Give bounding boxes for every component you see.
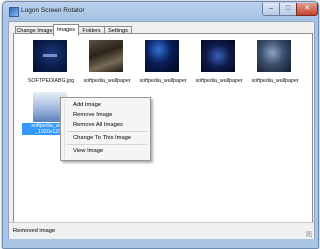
image-label: softpedia_wallpaper — [139, 78, 187, 84]
context-menu: Add Image Remove Image Remove All Images… — [60, 97, 151, 161]
image-label: softpedia_wallpaper — [251, 78, 299, 84]
maximize-button[interactable]: □ — [279, 3, 297, 16]
app-icon — [9, 7, 19, 17]
tab-images[interactable]: Images — [53, 24, 79, 36]
close-button[interactable]: ✕ — [296, 3, 318, 16]
menu-separator — [67, 144, 147, 145]
client-area: Change Image Images Folders Settings SOF… — [8, 21, 315, 239]
image-thumbnail-icon — [145, 40, 179, 72]
menu-item-remove-all-images[interactable]: Remove All Images — [73, 122, 123, 128]
image-label: softpedia_wallpaper — [195, 78, 243, 84]
menu-separator — [67, 131, 147, 132]
menu-item-change-to-this-image[interactable]: Change To This Image — [73, 135, 131, 141]
resize-grip-icon[interactable] — [306, 231, 312, 237]
minimize-button[interactable]: – — [262, 3, 280, 16]
menu-gutter — [64, 100, 65, 158]
images-panel: SOFTPEDIABG.jpg softpedia_wallpaper soft… — [13, 33, 313, 223]
image-thumbnail-icon — [33, 40, 67, 72]
window-title: Logon Screen Rotator — [21, 7, 85, 14]
menu-item-add-image[interactable]: Add Image — [73, 102, 101, 108]
menu-item-view-image[interactable]: View Image — [73, 148, 103, 154]
menu-item-remove-image[interactable]: Remove Image — [73, 112, 112, 118]
image-thumbnail-icon — [257, 40, 291, 72]
image-label: softpedia_wallpaper — [83, 78, 131, 84]
image-thumbnail-icon — [89, 40, 123, 72]
title-bar[interactable]: Logon Screen Rotator – □ ✕ — [3, 2, 318, 20]
status-text: Removed image — [13, 228, 56, 234]
image-thumbnail-icon — [201, 40, 235, 72]
image-label: SOFTPEDIABG.jpg — [27, 78, 75, 84]
status-bar: Removed image — [9, 222, 314, 239]
app-window: Logon Screen Rotator – □ ✕ Change Image … — [2, 1, 319, 249]
